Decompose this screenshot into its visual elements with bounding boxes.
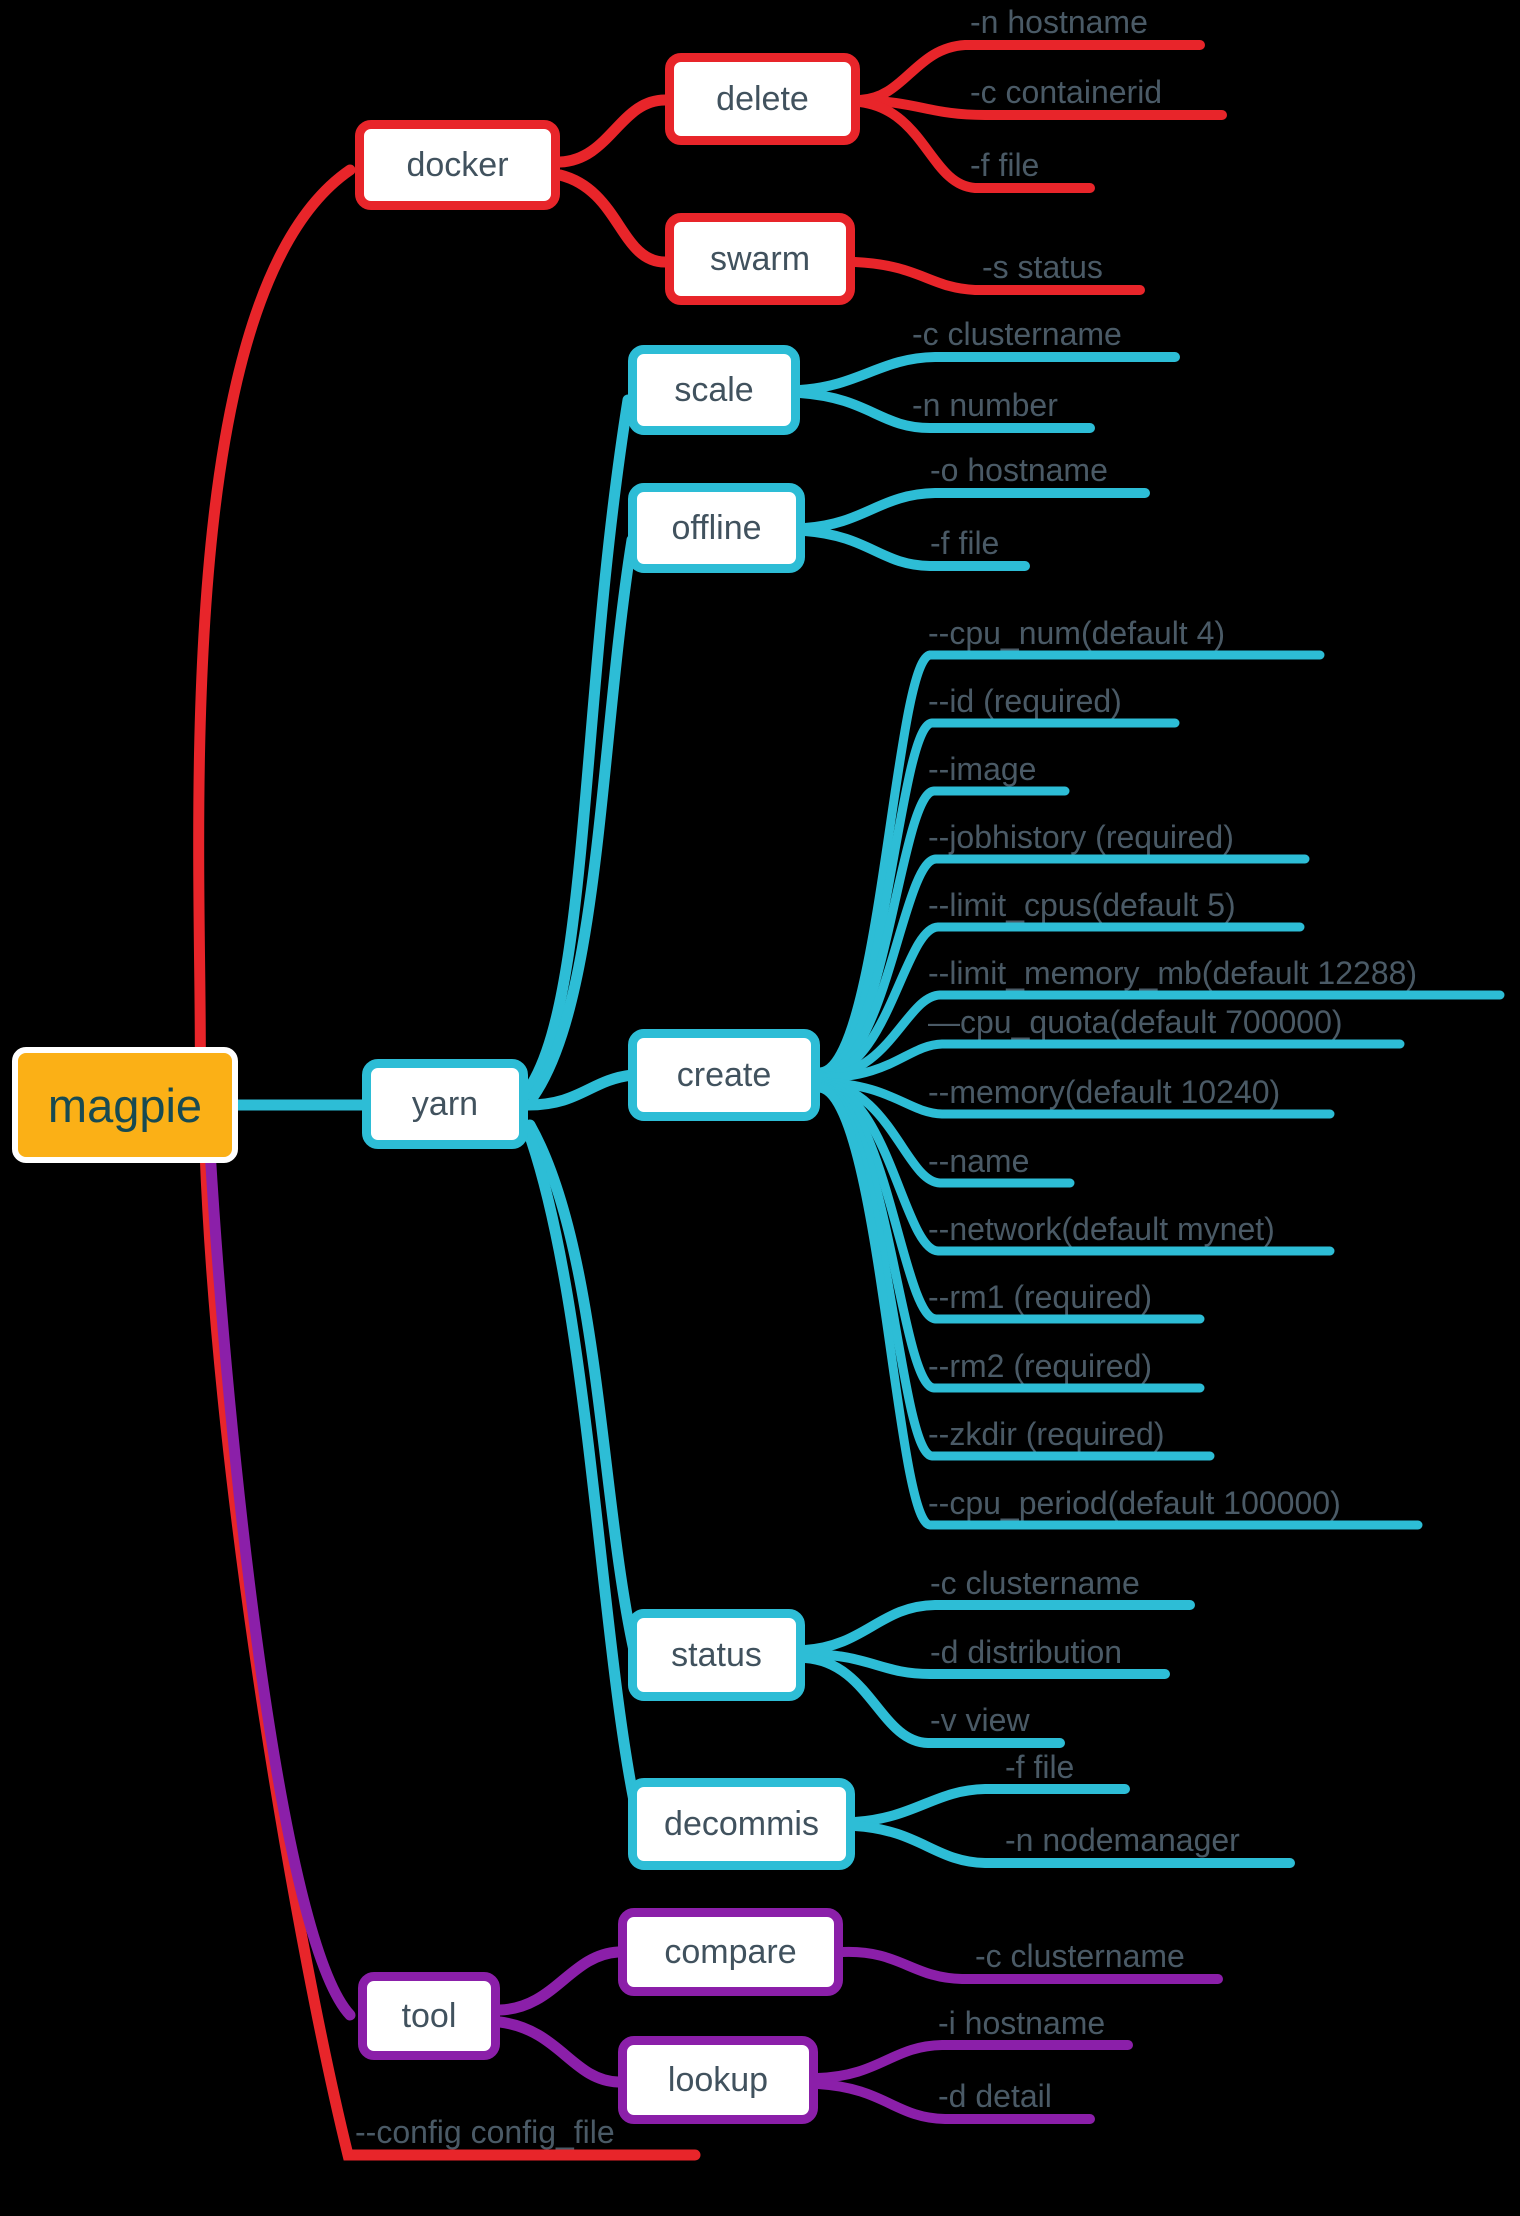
leaf-lookup-option-0[interactable]: -i hostname	[938, 2007, 1105, 2039]
leaf-scale-option-0[interactable]: -c clustername	[912, 318, 1122, 350]
node-create-label: create	[676, 1055, 772, 1094]
leaf-create-option-9[interactable]: --network(default mynet)	[928, 1213, 1275, 1245]
leaf-create-option-1[interactable]: --id (required)	[928, 685, 1122, 717]
leaf-create-option-0[interactable]: --cpu_num(default 4)	[928, 617, 1225, 649]
node-swarm-label: swarm	[709, 239, 811, 278]
node-docker-label: docker	[406, 145, 509, 184]
leaf-create-option-7[interactable]: --memory(default 10240)	[928, 1076, 1280, 1108]
leaf-create-option-5[interactable]: --limit_memory_mb(default 12288)	[928, 957, 1417, 989]
leaf-offline-option-1[interactable]: -f file	[930, 527, 999, 559]
node-decommis-label: decommis	[664, 1804, 819, 1843]
leaf-create-option-12[interactable]: --zkdir (required)	[928, 1418, 1164, 1450]
leaf-create-option-11[interactable]: --rm2 (required)	[928, 1350, 1152, 1382]
leaf-root-option-0[interactable]: --config config_file	[355, 2116, 615, 2148]
leaf-create-option-13[interactable]: --cpu_period(default 100000)	[928, 1487, 1341, 1519]
root-node-label: magpie	[47, 1078, 203, 1132]
leaf-create-option-2[interactable]: --image	[928, 753, 1036, 785]
node-yarn[interactable]: yarn	[362, 1059, 528, 1149]
node-delete-label: delete	[716, 79, 809, 118]
leaf-status-option-1[interactable]: -d distribution	[930, 1636, 1122, 1668]
leaf-lookup-option-1[interactable]: -d detail	[938, 2080, 1052, 2112]
leaf-create-option-4[interactable]: --limit_cpus(default 5)	[928, 889, 1236, 921]
node-delete[interactable]: delete	[665, 53, 860, 145]
node-swarm[interactable]: swarm	[665, 213, 855, 305]
leaf-status-option-2[interactable]: -v view	[930, 1704, 1030, 1736]
node-yarn-label: yarn	[411, 1084, 479, 1123]
leaf-scale-option-1[interactable]: -n number	[912, 389, 1058, 421]
leaf-create-option-3[interactable]: --jobhistory (required)	[928, 821, 1234, 853]
leaf-delete-option-1[interactable]: -c containerid	[970, 76, 1162, 108]
node-compare-label: compare	[664, 1932, 797, 1971]
leaf-swarm-option-0[interactable]: -s status	[982, 251, 1103, 283]
node-status-label: status	[671, 1635, 762, 1674]
leaf-decommis-option-0[interactable]: -f file	[1005, 1751, 1074, 1783]
node-offline[interactable]: offline	[628, 483, 805, 573]
node-scale-label: scale	[674, 370, 754, 409]
node-create[interactable]: create	[628, 1029, 820, 1121]
node-status[interactable]: status	[628, 1609, 805, 1701]
node-docker[interactable]: docker	[355, 120, 560, 210]
leaf-status-option-0[interactable]: -c clustername	[930, 1567, 1140, 1599]
leaf-delete-option-2[interactable]: -f file	[970, 149, 1039, 181]
leaf-offline-option-0[interactable]: -o hostname	[930, 454, 1108, 486]
node-lookup[interactable]: lookup	[618, 2036, 818, 2124]
mindmap-canvas: magpie docker delete swarm yarn scale of…	[0, 0, 1520, 2216]
leaf-create-option-8[interactable]: --name	[928, 1145, 1029, 1177]
node-compare[interactable]: compare	[618, 1908, 843, 1996]
node-decommis[interactable]: decommis	[628, 1778, 855, 1870]
node-scale[interactable]: scale	[628, 345, 800, 435]
node-tool[interactable]: tool	[358, 1972, 500, 2060]
node-offline-label: offline	[671, 508, 762, 547]
root-node-magpie[interactable]: magpie	[12, 1047, 238, 1163]
node-lookup-label: lookup	[667, 2060, 769, 2099]
leaf-compare-option-0[interactable]: -c clustername	[975, 1940, 1185, 1972]
leaf-create-option-6[interactable]: —cpu_quota(default 700000)	[928, 1006, 1343, 1038]
leaf-decommis-option-1[interactable]: -n nodemanager	[1005, 1824, 1240, 1856]
leaf-create-option-10[interactable]: --rm1 (required)	[928, 1281, 1152, 1313]
node-tool-label: tool	[401, 1996, 457, 2035]
leaf-delete-option-0[interactable]: -n hostname	[970, 6, 1148, 38]
